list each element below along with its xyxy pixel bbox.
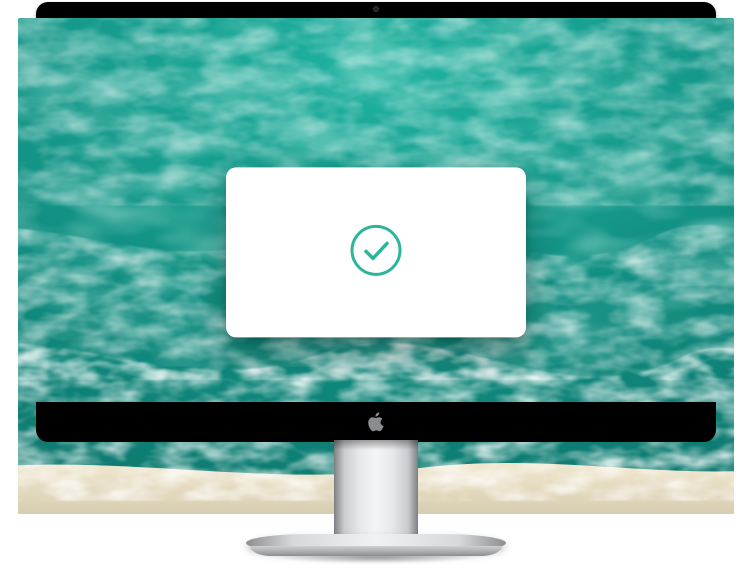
- monitor-stand-neck: [334, 440, 418, 534]
- webcam: [373, 6, 379, 12]
- apple-logo-icon: [367, 412, 385, 432]
- check-circle-icon: [348, 222, 404, 283]
- device-mockup: [0, 0, 752, 572]
- monitor-stand-foot: [246, 528, 506, 568]
- success-dialog: [226, 167, 526, 337]
- monitor-chin: [36, 402, 716, 442]
